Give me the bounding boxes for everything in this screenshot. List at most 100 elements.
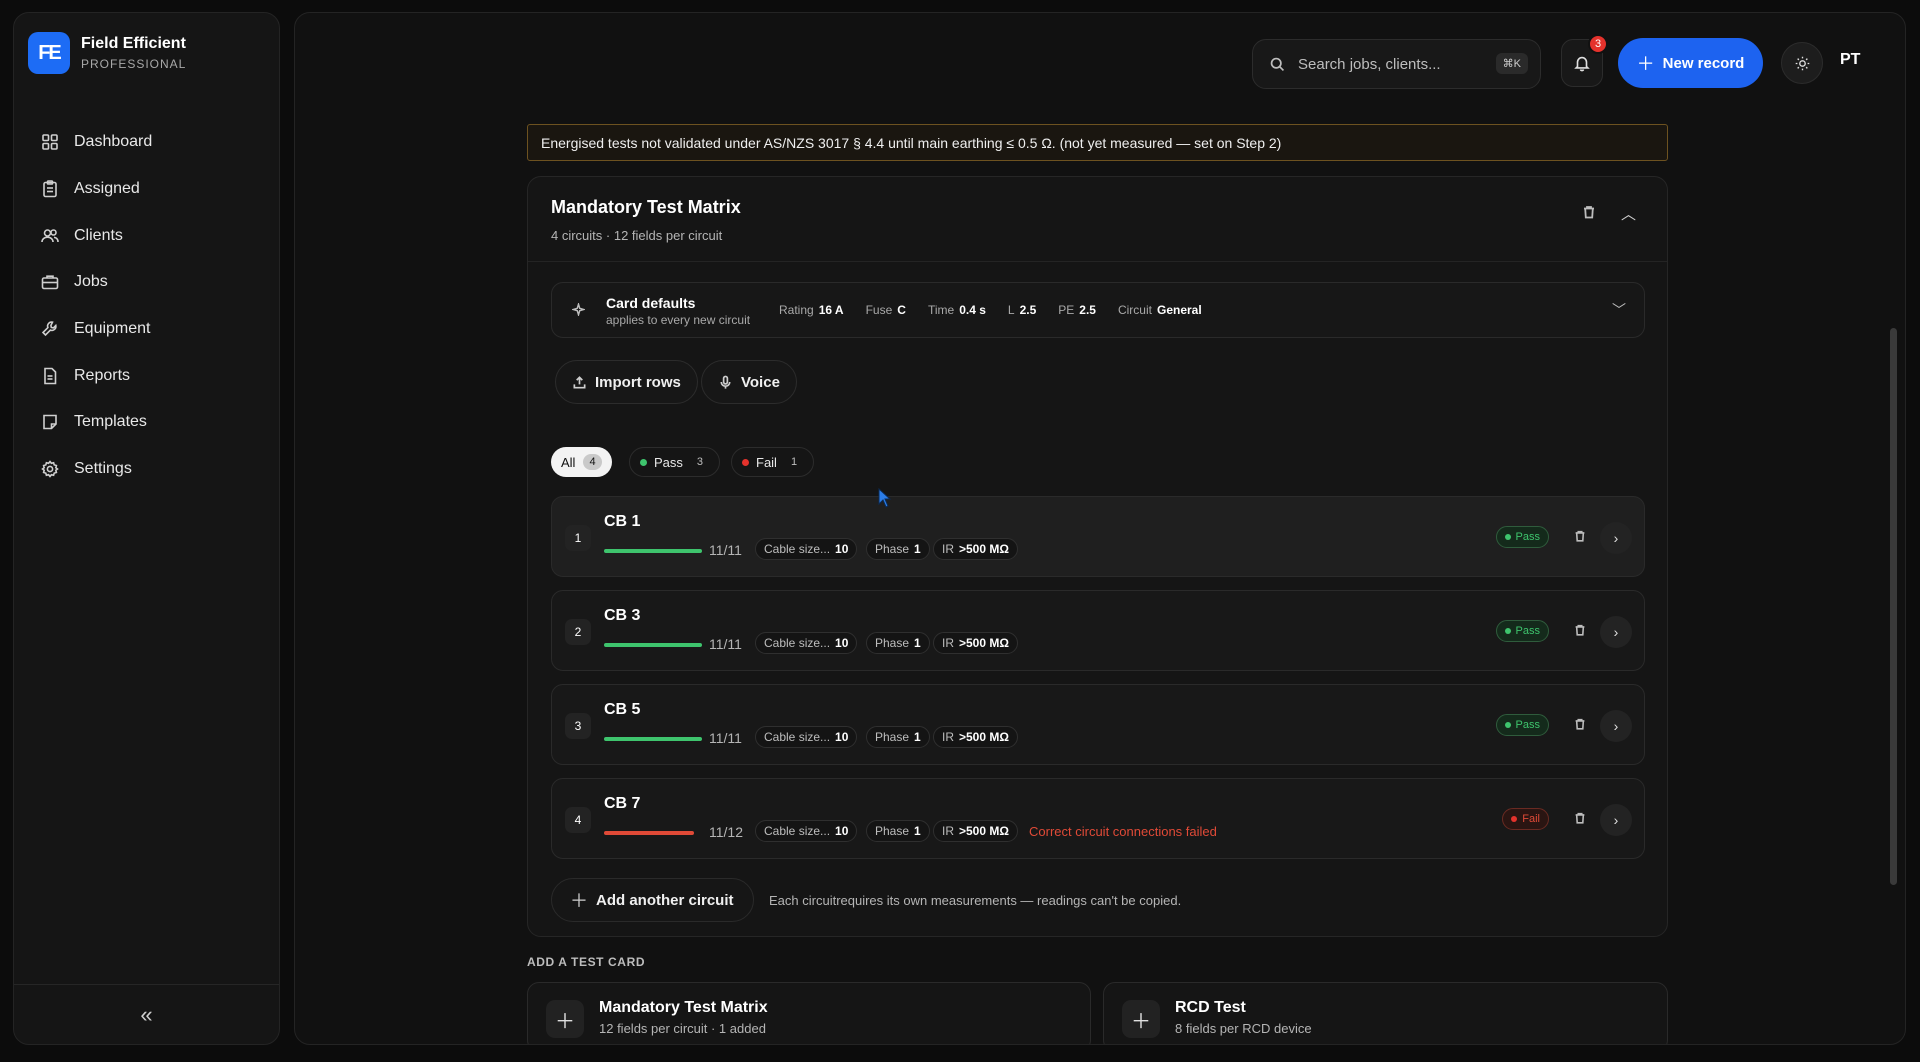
add-circuit-note: Each circuitrequires its own measurement… bbox=[769, 893, 1182, 908]
filter-fail-label: Fail bbox=[756, 454, 777, 470]
open-row-button[interactable]: › bbox=[1600, 804, 1632, 836]
sidebar-item-label: Equipment bbox=[74, 320, 151, 338]
chip-key: Time bbox=[927, 303, 955, 317]
scrollbar[interactable] bbox=[1890, 328, 1897, 885]
chip-value: >500 MΩ bbox=[959, 542, 1009, 556]
chip-value: >500 MΩ bbox=[959, 636, 1009, 650]
collapse-card-button[interactable]: ︿ bbox=[1621, 203, 1636, 224]
briefcase-icon bbox=[41, 275, 59, 290]
add-rcd-test-card[interactable]: ＋ RCD Test 8 fields per RCD device bbox=[1103, 982, 1668, 1044]
delete-card-button[interactable] bbox=[1581, 204, 1597, 225]
default-chip-pe: PE 2.5 bbox=[1058, 303, 1096, 317]
filter-all-label: All bbox=[561, 454, 576, 470]
pass-dot-icon bbox=[1504, 534, 1511, 540]
chevron-right-icon: › bbox=[1613, 812, 1619, 828]
new-record-button[interactable]: ＋ New record bbox=[1618, 38, 1763, 88]
status-badge: Pass bbox=[1495, 714, 1549, 736]
open-row-button[interactable]: › bbox=[1600, 616, 1632, 648]
import-rows-button[interactable]: Import rows bbox=[555, 360, 698, 404]
brand-logo: FE bbox=[28, 32, 70, 74]
chip-key: Fuse bbox=[865, 303, 893, 317]
open-row-button[interactable]: › bbox=[1600, 710, 1632, 742]
delete-row-button[interactable] bbox=[1573, 717, 1587, 736]
bell-icon bbox=[1574, 56, 1590, 72]
sidebar-item-label: Clients bbox=[74, 226, 123, 244]
sidebar-item-equipment[interactable]: Equipment bbox=[28, 306, 268, 353]
theme-toggle-button[interactable] bbox=[1781, 42, 1823, 84]
sidebar-nav: Dashboard Assigned Clients Jobs Equipmen… bbox=[28, 119, 268, 493]
trash-icon bbox=[1575, 718, 1585, 730]
chip-value: 10 bbox=[835, 542, 849, 556]
sidebar-item-dashboard[interactable]: Dashboard bbox=[28, 119, 268, 166]
filter-fail[interactable]: Fail 1 bbox=[731, 447, 815, 477]
circuit-row[interactable]: 1 CB 1 11/11 Cable size... 10 Phase 1 IR >5… bbox=[551, 496, 1645, 577]
circuit-name: CB 5 bbox=[604, 701, 641, 718]
chip-value: 1 bbox=[914, 542, 921, 556]
circuit-row[interactable]: 4 CB 7 11/12 Cable size... 10 Phase 1 IR >5… bbox=[551, 778, 1645, 859]
filter-all[interactable]: All 4 bbox=[551, 447, 612, 477]
notifications-button[interactable]: 3 bbox=[1561, 34, 1608, 87]
chip-key: IR bbox=[942, 542, 954, 556]
default-chip-l: L 2.5 bbox=[1008, 303, 1036, 317]
cable-size-chip: Cable size... 10 bbox=[755, 726, 858, 748]
brand-tier: PROFESSIONAL bbox=[81, 57, 187, 71]
chip-key: Cable size... bbox=[764, 542, 831, 556]
trash-icon bbox=[1584, 206, 1594, 219]
phase-chip: Phase 1 bbox=[866, 820, 930, 842]
sidebar-item-clients[interactable]: Clients bbox=[28, 212, 268, 259]
voice-button[interactable]: Voice bbox=[701, 360, 797, 404]
avatar[interactable]: PT bbox=[1840, 51, 1860, 69]
plus-icon: ＋ bbox=[1122, 1000, 1160, 1038]
sidebar-item-reports[interactable]: Reports bbox=[28, 352, 268, 399]
filter-pass[interactable]: Pass 3 bbox=[629, 447, 721, 477]
brand-name: Field Efficient bbox=[81, 35, 186, 52]
collapse-sidebar-button[interactable]: « bbox=[14, 984, 279, 1044]
card-defaults[interactable]: Card defaults applies to every new circu… bbox=[551, 282, 1645, 338]
sidebar-item-settings[interactable]: Settings bbox=[28, 446, 268, 493]
delete-row-button[interactable] bbox=[1573, 529, 1587, 548]
fail-dot-icon bbox=[742, 458, 749, 466]
search-input[interactable]: Search jobs, clients... ⌘K bbox=[1252, 39, 1541, 89]
status-badge: Pass bbox=[1495, 526, 1549, 548]
chevron-right-icon: › bbox=[1613, 718, 1619, 734]
chip-key: IR bbox=[942, 730, 954, 744]
chip-value: 0.4 s bbox=[959, 303, 986, 317]
delete-row-button[interactable] bbox=[1573, 811, 1587, 830]
grid-icon bbox=[42, 134, 58, 151]
sidebar: FE Field Efficient PROFESSIONAL Dashboar… bbox=[13, 12, 280, 1045]
chip-value: 10 bbox=[835, 636, 849, 650]
circuit-row[interactable]: 2 CB 3 11/11 Cable size... 10 Phase 1 IR >5… bbox=[551, 590, 1645, 671]
upload-icon bbox=[573, 375, 586, 388]
search-placeholder: Search jobs, clients... bbox=[1298, 55, 1441, 73]
circuit-name: CB 3 bbox=[604, 607, 641, 624]
mouse-cursor-icon bbox=[878, 488, 892, 508]
phase-chip: Phase 1 bbox=[866, 726, 930, 748]
brand[interactable]: FE Field Efficient PROFESSIONAL bbox=[28, 32, 186, 74]
plus-icon: ＋ bbox=[546, 1000, 584, 1038]
row-number: 4 bbox=[565, 807, 591, 833]
users-icon bbox=[41, 228, 59, 242]
sidebar-item-jobs[interactable]: Jobs bbox=[28, 259, 268, 306]
sidebar-item-templates[interactable]: Templates bbox=[28, 399, 268, 446]
sidebar-item-label: Templates bbox=[74, 413, 147, 431]
fail-dot-icon bbox=[1511, 816, 1518, 822]
open-row-button[interactable]: › bbox=[1600, 522, 1632, 554]
search-shortcut: ⌘K bbox=[1495, 53, 1528, 74]
ir-chip: IR >500 MΩ bbox=[933, 632, 1018, 654]
filter-pass-label: Pass bbox=[654, 454, 683, 470]
delete-row-button[interactable] bbox=[1573, 623, 1587, 642]
card-title: Mandatory Test Matrix bbox=[551, 197, 741, 217]
add-circuit-button[interactable]: ＋ Add another circuit bbox=[551, 878, 754, 922]
cable-size-chip: Cable size... 10 bbox=[755, 538, 858, 560]
chip-key: Cable size... bbox=[764, 730, 831, 744]
trash-icon bbox=[1575, 624, 1585, 636]
filter-all-count: 4 bbox=[583, 454, 602, 470]
sidebar-item-assigned[interactable]: Assigned bbox=[28, 166, 268, 213]
chip-value: >500 MΩ bbox=[959, 730, 1009, 744]
status-label: Pass bbox=[1515, 719, 1540, 731]
chip-value: >500 MΩ bbox=[959, 824, 1009, 838]
new-record-label: New record bbox=[1662, 54, 1745, 72]
add-mandatory-test-matrix-card[interactable]: ＋ Mandatory Test Matrix 12 fields per ci… bbox=[527, 982, 1091, 1044]
circuit-row[interactable]: 3 CB 5 11/11 Cable size... 10 Phase 1 IR >5… bbox=[551, 684, 1645, 765]
card-header: Mandatory Test Matrix 4 circuits · 12 fi… bbox=[528, 177, 1667, 262]
